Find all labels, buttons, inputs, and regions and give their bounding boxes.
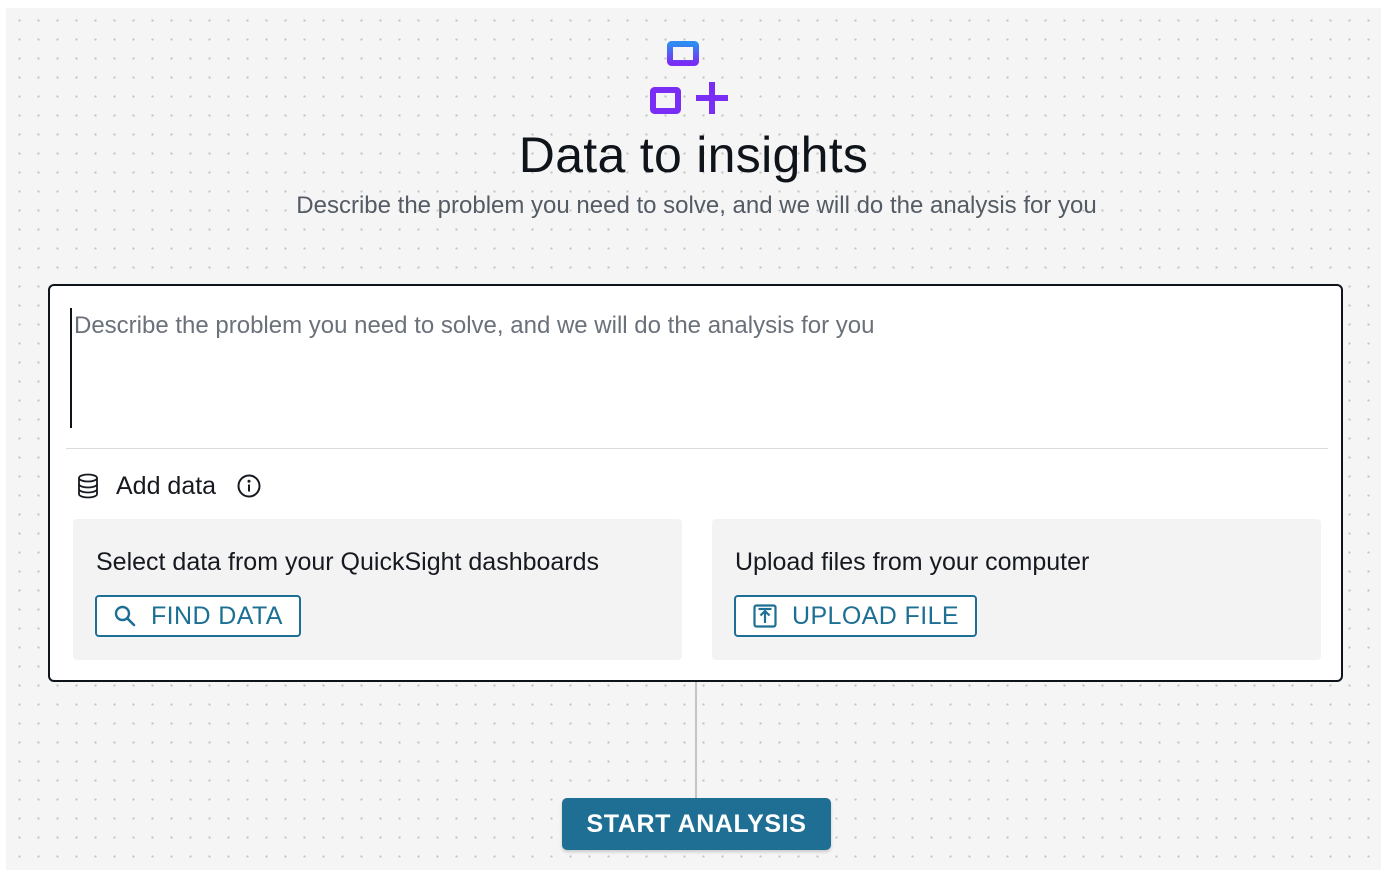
- upload-source-title: Upload files from your computer: [735, 548, 1090, 576]
- add-data-header: Add data: [76, 470, 262, 502]
- page-subtitle: Describe the problem you need to solve, …: [296, 192, 1097, 219]
- upload-icon: [753, 604, 777, 628]
- problem-description-input[interactable]: [70, 308, 1320, 428]
- upload-source-panel: Upload files from your computer UPLOAD F…: [712, 519, 1321, 660]
- start-analysis-button[interactable]: START ANALYSIS: [562, 798, 831, 850]
- workflow-add-icon: [650, 41, 728, 114]
- find-data-button[interactable]: FIND DATA: [95, 595, 301, 637]
- dashboards-source-panel: Select data from your QuickSight dashboa…: [73, 519, 682, 660]
- upload-file-button[interactable]: UPLOAD FILE: [734, 595, 977, 637]
- prompt-card: Add data Select data from your QuickSigh…: [48, 284, 1343, 682]
- upload-file-label: UPLOAD FILE: [792, 602, 959, 630]
- database-icon: [78, 473, 98, 499]
- flow-connector-line: [695, 682, 697, 800]
- info-icon[interactable]: [236, 473, 262, 499]
- divider: [66, 448, 1328, 449]
- page-title: Data to insights: [518, 127, 869, 183]
- search-icon: [114, 605, 136, 627]
- dashboards-source-title: Select data from your QuickSight dashboa…: [96, 548, 600, 576]
- find-data-label: FIND DATA: [151, 602, 283, 630]
- add-data-label: Add data: [116, 472, 217, 500]
